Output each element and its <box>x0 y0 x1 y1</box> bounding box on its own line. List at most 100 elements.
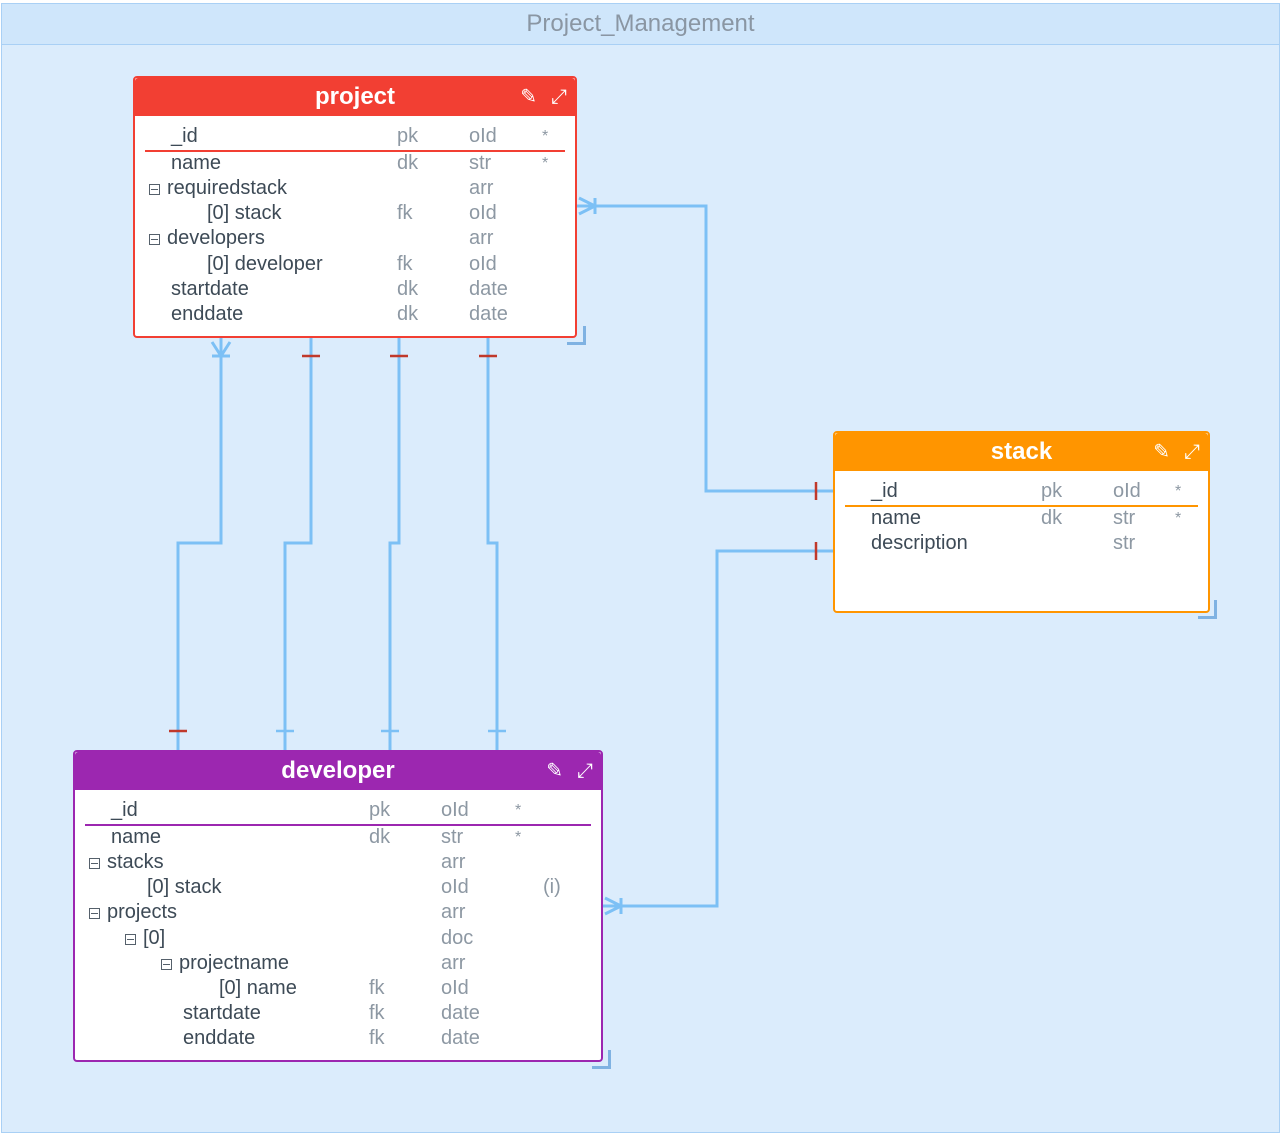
field-name: _id <box>171 125 198 147</box>
collapse-icon[interactable] <box>149 234 160 245</box>
field-name: enddate <box>171 303 244 325</box>
entity-project-header[interactable]: project ✎ ⤢ <box>135 78 575 116</box>
relationship-line[interactable] <box>283 338 313 750</box>
field-type: str <box>1113 532 1136 554</box>
expand-icon[interactable]: ⤢ <box>577 752 593 790</box>
field-row[interactable]: startdate dk date <box>135 277 575 302</box>
field-name: stacks <box>107 851 164 873</box>
field-row[interactable]: [0] name fk oId <box>75 976 601 1001</box>
field-name: name <box>871 507 922 529</box>
collapse-icon[interactable] <box>149 184 160 195</box>
field-key: fk <box>397 253 413 275</box>
field-name: _id <box>111 799 138 821</box>
field-name: name <box>111 826 162 848</box>
field-row[interactable]: description str <box>835 531 1208 556</box>
field-key: dk <box>397 278 419 300</box>
field-key: fk <box>369 1002 385 1024</box>
field-key: fk <box>369 977 385 999</box>
field-row[interactable]: [0] developer fk oId <box>135 252 575 277</box>
resize-handle[interactable] <box>1198 600 1217 619</box>
field-flag: * <box>515 829 522 846</box>
field-name: projectname <box>179 952 290 974</box>
field-row[interactable]: projectname arr <box>75 951 601 976</box>
field-flag: * <box>515 802 522 819</box>
collapse-icon[interactable] <box>89 858 100 869</box>
field-row[interactable]: [0] stack oId (i) <box>75 875 601 900</box>
field-name: [0] stack <box>207 202 282 224</box>
field-name: [0] stack <box>147 876 222 898</box>
field-row[interactable]: _id pk oId * <box>75 798 601 823</box>
field-key: dk <box>397 303 419 325</box>
field-row[interactable]: name dk str * <box>835 506 1208 531</box>
field-type: str <box>1113 507 1136 529</box>
field-type: oId <box>441 799 469 821</box>
entity-developer-header[interactable]: developer ✎ ⤢ <box>75 752 601 790</box>
field-type: date <box>441 1002 480 1024</box>
field-name: enddate <box>183 1027 256 1049</box>
field-type: oId <box>469 202 497 224</box>
relationship-line[interactable] <box>577 204 833 493</box>
field-name: [0] name <box>219 977 297 999</box>
field-row[interactable]: name dk str * <box>135 151 575 176</box>
collapse-icon[interactable] <box>125 934 136 945</box>
field-row[interactable]: enddate fk date <box>75 1026 601 1051</box>
field-row[interactable]: _id pk oId * <box>135 124 575 149</box>
entity-developer-title: developer <box>281 757 395 784</box>
field-type: str <box>441 826 464 848</box>
field-name: [0] <box>143 927 166 949</box>
field-key: dk <box>1041 507 1063 529</box>
relationship-line[interactable] <box>388 338 401 750</box>
field-name: startdate <box>183 1002 261 1024</box>
field-key: fk <box>369 1027 385 1049</box>
field-name: projects <box>107 901 178 923</box>
field-row[interactable]: _id pk oId * <box>835 479 1208 504</box>
entity-stack-header[interactable]: stack ✎ ⤢ <box>835 433 1208 471</box>
field-type: arr <box>441 952 466 974</box>
field-flag: (i) <box>543 876 561 898</box>
field-name: description <box>871 532 968 554</box>
field-row[interactable]: enddate dk date <box>135 302 575 327</box>
field-name: developers <box>167 227 265 249</box>
collapse-icon[interactable] <box>89 908 100 919</box>
field-name: startdate <box>171 278 249 300</box>
field-type: oId <box>469 125 497 147</box>
field-type: oId <box>441 876 469 898</box>
entity-stack[interactable]: stack ✎ ⤢ _id pk oId * name dk str * des… <box>833 431 1210 613</box>
field-flag: * <box>542 128 549 145</box>
field-flag: * <box>542 155 549 172</box>
field-row[interactable]: startdate fk date <box>75 1001 601 1026</box>
field-key: fk <box>397 202 413 224</box>
resize-handle[interactable] <box>567 326 586 345</box>
entity-project[interactable]: project ✎ ⤢ _id pk oId * name dk str * r… <box>133 76 577 338</box>
relationship-line[interactable] <box>486 338 499 750</box>
field-row[interactable]: name dk str * <box>75 825 601 850</box>
field-flag: * <box>1175 483 1182 500</box>
pencil-icon[interactable]: ✎ <box>546 752 563 790</box>
relationship-line[interactable] <box>603 549 833 908</box>
field-row[interactable]: developers arr <box>135 226 575 251</box>
collapse-icon[interactable] <box>161 959 172 970</box>
expand-icon[interactable]: ⤢ <box>1184 433 1200 471</box>
field-key: dk <box>369 826 391 848</box>
field-key: pk <box>397 125 419 147</box>
diagram-canvas: Project_Management project ✎ ⤢ _id pk oI… <box>0 0 1282 1135</box>
field-type: date <box>469 303 508 325</box>
field-row[interactable]: projects arr <box>75 900 601 925</box>
field-row[interactable]: [0] stack fk oId <box>135 201 575 226</box>
resize-handle[interactable] <box>592 1050 611 1069</box>
field-name: _id <box>871 480 898 502</box>
field-row[interactable]: stacks arr <box>75 850 601 875</box>
field-type: arr <box>469 177 494 199</box>
field-type: oId <box>469 253 497 275</box>
field-key: dk <box>397 152 419 174</box>
expand-icon[interactable]: ⤢ <box>551 78 567 116</box>
pencil-icon[interactable]: ✎ <box>1153 433 1170 471</box>
field-row[interactable]: requiredstack arr <box>135 176 575 201</box>
pencil-icon[interactable]: ✎ <box>520 78 537 116</box>
field-key: pk <box>369 799 391 821</box>
field-type: date <box>469 278 508 300</box>
field-name: [0] developer <box>207 253 323 275</box>
relationship-line[interactable] <box>176 338 223 750</box>
entity-developer[interactable]: developer ✎ ⤢ _id pk oId * name dk str *… <box>73 750 603 1062</box>
field-row[interactable]: [0] doc <box>75 926 601 951</box>
